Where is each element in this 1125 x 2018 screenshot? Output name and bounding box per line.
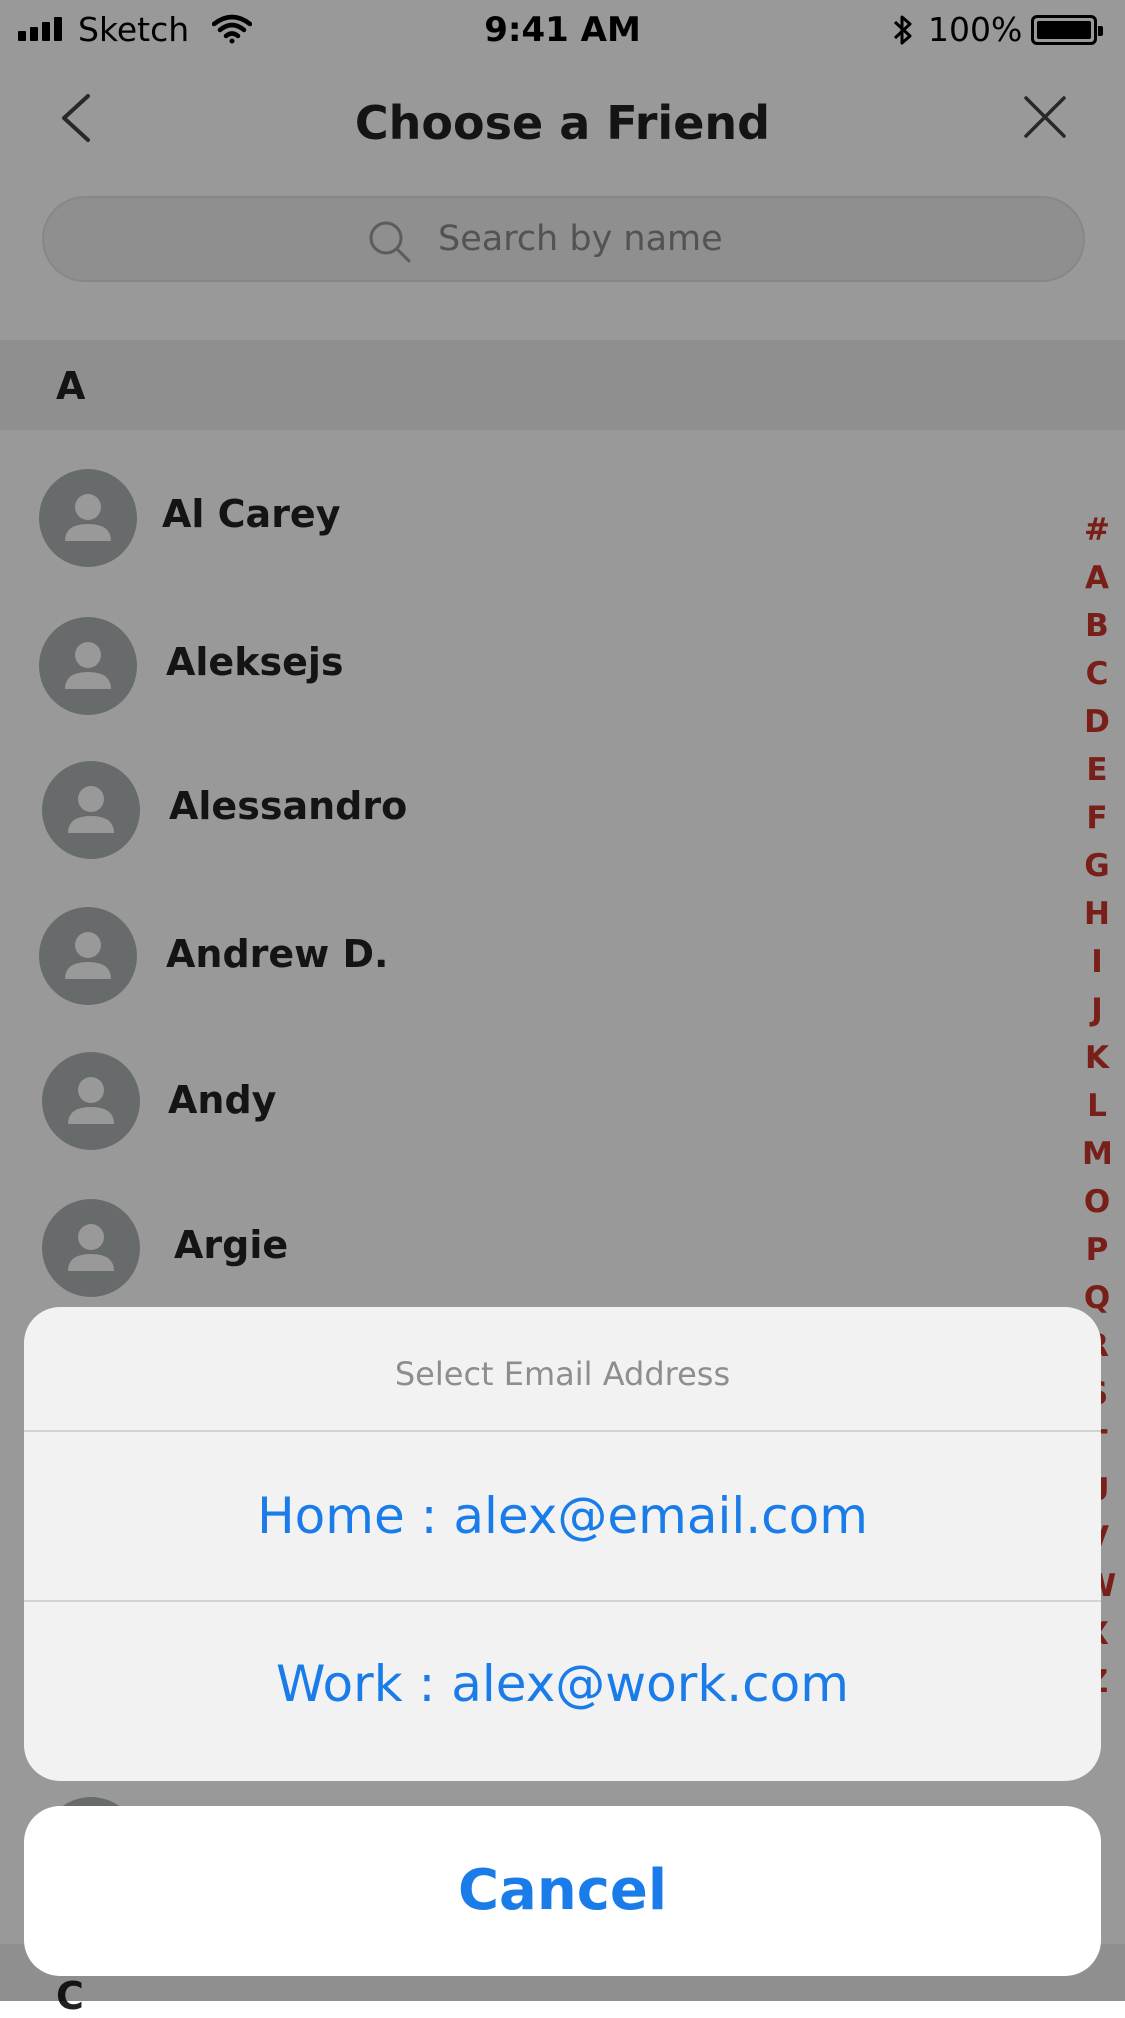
home-email-button[interactable]: Home : alex@email.com — [24, 1432, 1101, 1600]
action-sheet-title: Select Email Address — [394, 1355, 731, 1393]
cancel-button[interactable]: Cancel — [24, 1806, 1101, 1976]
work-email-button[interactable]: Work : alex@work.com — [24, 1602, 1101, 1781]
action-sheet: Select Email Address Home : alex@email.c… — [24, 1307, 1101, 1781]
